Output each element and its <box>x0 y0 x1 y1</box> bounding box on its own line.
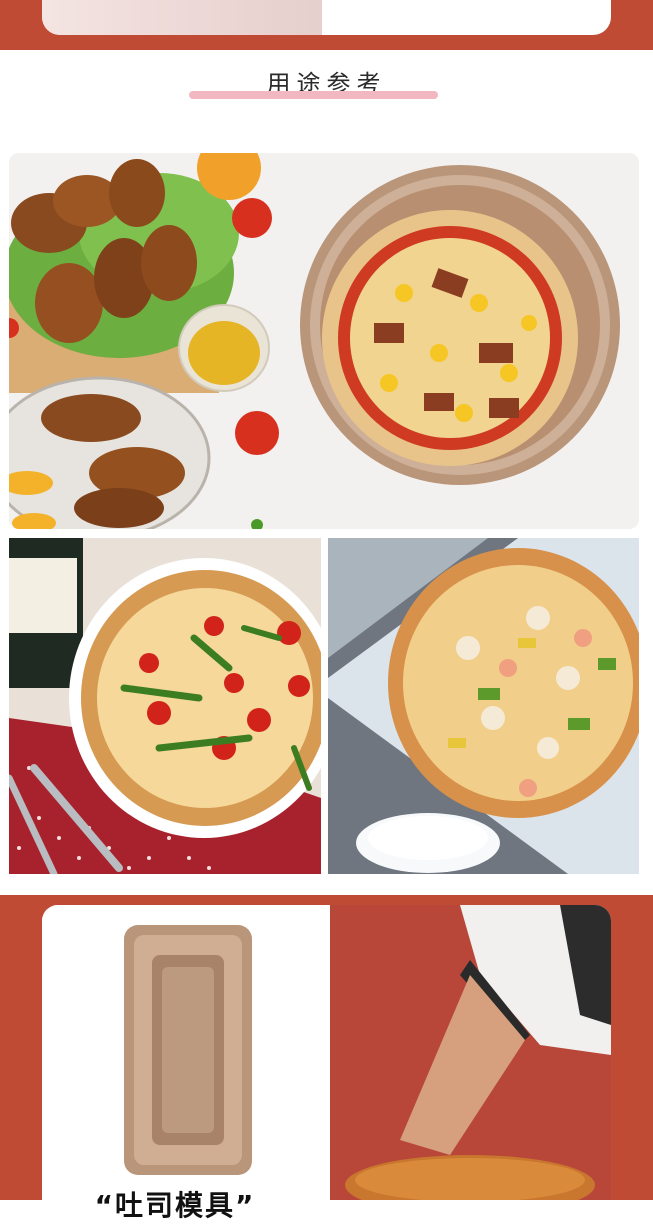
usage-photo-wings-pizza <box>9 153 639 529</box>
usage-photo-seafood-pizza <box>328 538 639 874</box>
top-product-card <box>42 0 611 35</box>
title-underline <box>189 91 438 99</box>
toast-mold-caption: “吐司模具” <box>94 1189 256 1222</box>
top-card-image <box>42 0 322 35</box>
usage-photo-margherita <box>9 538 321 874</box>
toast-mold-card <box>42 905 330 1200</box>
bread-holding-photo <box>330 905 611 1200</box>
